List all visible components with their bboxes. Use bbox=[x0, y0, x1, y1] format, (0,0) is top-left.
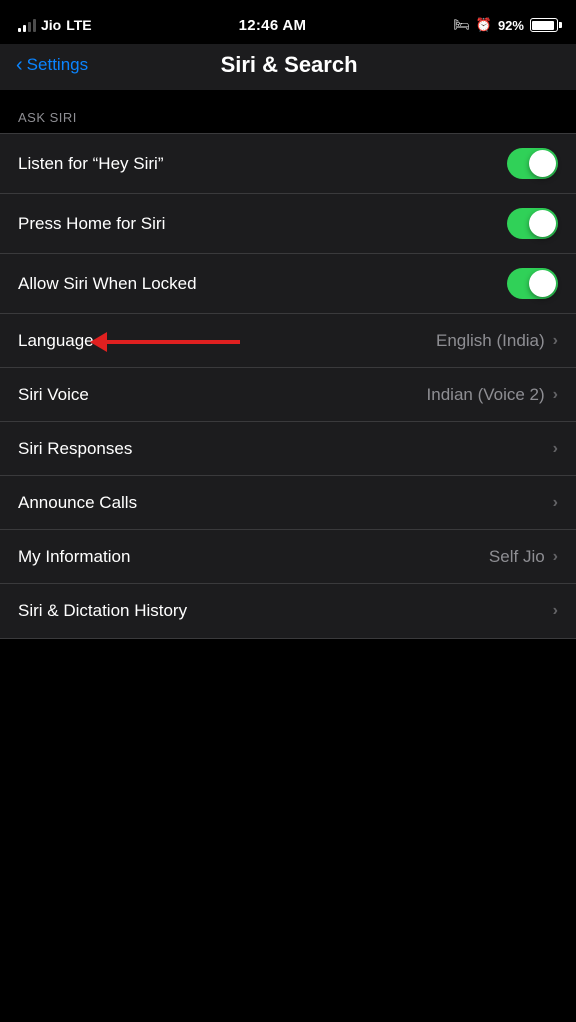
language-label: Language bbox=[18, 331, 94, 351]
my-information-row[interactable]: My Information Self Jio › bbox=[0, 530, 576, 584]
siri-voice-value: Indian (Voice 2) bbox=[427, 385, 545, 405]
ask-siri-header: ASK SIRI bbox=[0, 90, 576, 133]
status-right: 🛏 ⏰ 92% bbox=[453, 17, 558, 33]
allow-siri-locked-row[interactable]: Allow Siri When Locked bbox=[0, 254, 576, 314]
listen-hey-siri-label: Listen for “Hey Siri” bbox=[18, 154, 163, 174]
my-information-label: My Information bbox=[18, 547, 130, 567]
listen-hey-siri-toggle[interactable] bbox=[507, 148, 558, 179]
my-information-right: Self Jio › bbox=[489, 547, 558, 567]
time-label: 12:46 AM bbox=[239, 17, 307, 34]
my-information-value: Self Jio bbox=[489, 547, 545, 567]
allow-siri-locked-toggle[interactable] bbox=[507, 268, 558, 299]
allow-siri-locked-label: Allow Siri When Locked bbox=[18, 274, 197, 294]
back-label: Settings bbox=[27, 55, 88, 75]
signal-bars bbox=[18, 18, 36, 32]
press-home-siri-right bbox=[507, 208, 558, 239]
announce-calls-chevron-icon: › bbox=[553, 494, 558, 512]
battery-icon bbox=[530, 18, 558, 32]
siri-responses-row[interactable]: Siri Responses › bbox=[0, 422, 576, 476]
siri-voice-label: Siri Voice bbox=[18, 385, 89, 405]
battery-percent: 92% bbox=[498, 18, 524, 33]
siri-dictation-history-row[interactable]: Siri & Dictation History › bbox=[0, 584, 576, 638]
toggle-knob bbox=[529, 210, 556, 237]
siri-dictation-history-chevron-icon: › bbox=[553, 602, 558, 620]
press-home-siri-row[interactable]: Press Home for Siri bbox=[0, 194, 576, 254]
siri-dictation-history-right: › bbox=[553, 602, 558, 620]
siri-dictation-history-label: Siri & Dictation History bbox=[18, 601, 187, 621]
announce-calls-row[interactable]: Announce Calls › bbox=[0, 476, 576, 530]
language-value: English (India) bbox=[436, 331, 545, 351]
toggle-knob bbox=[529, 150, 556, 177]
language-row[interactable]: Language English (India) › bbox=[0, 314, 576, 368]
carrier-label: Jio bbox=[41, 17, 61, 33]
press-home-siri-label: Press Home for Siri bbox=[18, 214, 165, 234]
status-left: Jio LTE bbox=[18, 17, 92, 33]
siri-voice-right: Indian (Voice 2) › bbox=[427, 385, 558, 405]
my-information-chevron-icon: › bbox=[553, 548, 558, 566]
listen-hey-siri-row[interactable]: Listen for “Hey Siri” bbox=[0, 134, 576, 194]
language-chevron-icon: › bbox=[553, 332, 558, 350]
network-label: LTE bbox=[66, 17, 91, 33]
status-bar: Jio LTE 12:46 AM 🛏 ⏰ 92% bbox=[0, 0, 576, 44]
siri-responses-label: Siri Responses bbox=[18, 439, 132, 459]
bed-icon: 🛏 bbox=[453, 17, 470, 33]
siri-responses-chevron-icon: › bbox=[553, 440, 558, 458]
allow-siri-locked-right bbox=[507, 268, 558, 299]
siri-voice-chevron-icon: › bbox=[553, 386, 558, 404]
back-button[interactable]: ‹ Settings bbox=[16, 55, 88, 75]
alarm-icon: ⏰ bbox=[476, 17, 492, 33]
listen-hey-siri-right bbox=[507, 148, 558, 179]
siri-voice-row[interactable]: Siri Voice Indian (Voice 2) › bbox=[0, 368, 576, 422]
page-title: Siri & Search bbox=[88, 52, 490, 78]
announce-calls-right: › bbox=[553, 494, 558, 512]
language-right: English (India) › bbox=[436, 331, 558, 351]
press-home-siri-toggle[interactable] bbox=[507, 208, 558, 239]
announce-calls-label: Announce Calls bbox=[18, 493, 137, 513]
settings-group: Listen for “Hey Siri” Press Home for Sir… bbox=[0, 133, 576, 639]
nav-bar: ‹ Settings Siri & Search bbox=[0, 44, 576, 90]
toggle-knob bbox=[529, 270, 556, 297]
back-chevron-icon: ‹ bbox=[16, 55, 23, 75]
red-arrow bbox=[85, 324, 245, 360]
siri-responses-right: › bbox=[553, 440, 558, 458]
